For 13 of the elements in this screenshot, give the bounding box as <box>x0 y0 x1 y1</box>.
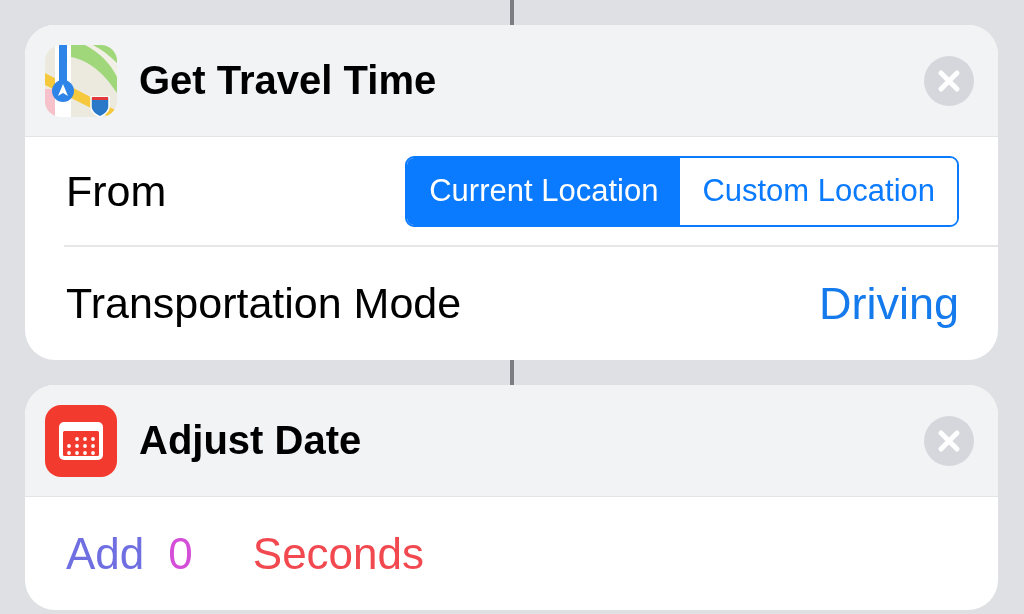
parameter-token[interactable]: Add <box>66 528 145 579</box>
segment-option[interactable]: Current Location <box>407 157 681 225</box>
row-label: Transportation Mode <box>66 279 462 328</box>
map-app-icon <box>45 44 117 117</box>
close-icon[interactable] <box>924 55 974 106</box>
parameter-token[interactable]: Seconds <box>252 528 424 579</box>
action-title: Get Travel Time <box>139 58 438 103</box>
action-title: Adjust Date <box>139 418 363 463</box>
value-picker[interactable]: Driving <box>818 277 959 330</box>
number-parameter[interactable]: 0 <box>168 528 193 579</box>
row-label: From <box>66 166 167 216</box>
calendar-app-icon <box>45 404 117 477</box>
close-icon[interactable] <box>924 415 974 466</box>
